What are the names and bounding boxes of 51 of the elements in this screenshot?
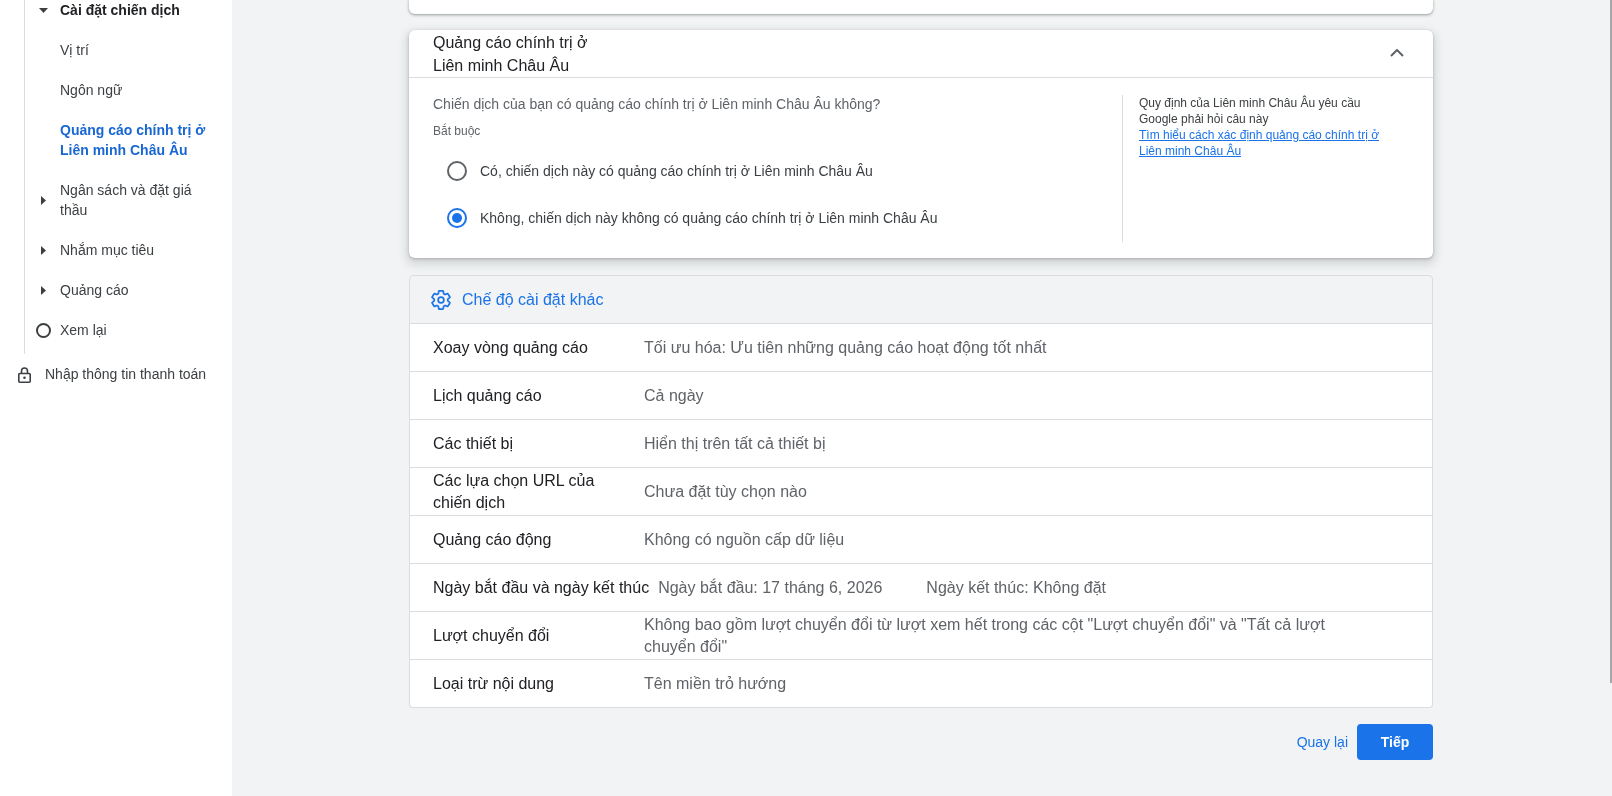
chevron-up-icon[interactable] bbox=[1390, 49, 1404, 57]
radio-option[interactable]: Có, chiến dịch này có quảng cáo chính trị ở Liên minh Châu Âu bbox=[433, 151, 877, 191]
setting-row[interactable]: Các lựa chọn URL của chiến dịch Chưa đặt tùy chọn nào bbox=[409, 468, 1433, 516]
nav-section[interactable]: Cài đặt chiến dịch bbox=[25, 0, 232, 30]
help-text: Quy định của Liên minh Châu Âu yêu cầu Google phải hỏi câu này bbox=[1139, 95, 1362, 127]
lock-icon bbox=[17, 365, 31, 383]
setting-value: Chưa đặt tùy chọn nào bbox=[644, 481, 808, 502]
help-link[interactable]: Tìm hiểu cách xác định quảng cáo chính trị ở Liên minh Châu Âu bbox=[1139, 127, 1401, 159]
scrollbar-thumb[interactable] bbox=[1610, 0, 1612, 683]
card-title: Quảng cáo chính trị ở Liên minh Châu Âu bbox=[433, 33, 589, 76]
section-header[interactable]: Chế độ cài đặt khác bbox=[409, 275, 1433, 324]
setting-label: Loại trừ nội dung bbox=[433, 673, 555, 694]
setting-row[interactable]: Loại trừ nội dung Tên miền trỏ hướng bbox=[409, 660, 1433, 708]
setting-value: Không bao gồm lượt chuyển đổi từ lượt xem hết trong các cột "Lượt chuyển đổi" và "Tất cả lượt chuyển đổi" bbox=[644, 614, 1326, 657]
settings-icon bbox=[431, 289, 451, 310]
setting-label: Ngày bắt đầu và ngày kết thúc bbox=[433, 577, 650, 598]
setting-value: Cả ngày bbox=[644, 385, 705, 406]
setting-label: Lịch quảng cáo bbox=[433, 385, 543, 406]
setting-label: Lượt chuyển đổi bbox=[433, 625, 551, 646]
setting-label: Quảng cáo động bbox=[433, 529, 553, 550]
nav-item[interactable]: Vị trí bbox=[25, 30, 232, 70]
nav-section[interactable]: Quảng cáo bbox=[25, 270, 232, 310]
nav-step[interactable]: Xem lại bbox=[25, 310, 232, 350]
radio-icon[interactable] bbox=[447, 208, 467, 228]
empty-circle-icon bbox=[35, 322, 51, 338]
nav-section[interactable]: Nhắm mục tiêu bbox=[25, 230, 232, 270]
setting-row[interactable]: Ngày bắt đầu và ngày kết thúc Ngày bắt đầu: 17 tháng 6, 2026 Ngày kết thúc: Không đặt bbox=[409, 564, 1433, 612]
back-button[interactable]: Quay lại bbox=[1292, 724, 1352, 760]
setting-value: Hiển thị trên tất cả thiết bị bbox=[644, 433, 827, 454]
end-date-text: Ngày kết thúc: Không đặt bbox=[926, 577, 1106, 598]
setting-value: Không có nguồn cấp dữ liệu bbox=[644, 529, 846, 550]
setting-label: Các lựa chọn URL của chiến dịch bbox=[433, 470, 596, 513]
setting-row[interactable]: Quảng cáo động Không có nguồn cấp dữ liệu bbox=[409, 516, 1433, 564]
nav-step[interactable]: Nhập thông tin thanh toán bbox=[0, 354, 232, 394]
setting-value: Tối ưu hóa: Ưu tiên những quảng cáo hoạt động tốt nhất bbox=[644, 337, 1048, 358]
nav-item[interactable]: Ngôn ngữ bbox=[25, 70, 232, 110]
nav-item[interactable]: Quảng cáo chính trị ở Liên minh Châu Âu bbox=[25, 110, 232, 170]
setting-row[interactable]: Lượt chuyển đổi Không bao gồm lượt chuyển đổi từ lượt xem hết trong các cột "Lượt chuyển đổi" và "Tất cả lượt chuyển đổi" bbox=[409, 612, 1433, 660]
setting-label: Xoay vòng quảng cáo bbox=[433, 337, 589, 358]
setting-value: Tên miền trỏ hướng bbox=[644, 673, 788, 694]
required-label: Bắt buộc bbox=[433, 123, 482, 139]
nav-section[interactable]: Ngân sách và đặt giá thầu bbox=[25, 170, 232, 230]
setting-row[interactable]: Xoay vòng quảng cáo Tối ưu hóa: Ưu tiên những quảng cáo hoạt động tốt nhất bbox=[409, 324, 1433, 372]
setting-label: Các thiết bị bbox=[433, 433, 515, 454]
next-button[interactable]: Tiếp bbox=[1357, 724, 1433, 760]
setting-row[interactable]: Các thiết bị Hiển thị trên tất cả thiết bị bbox=[409, 420, 1433, 468]
question-text: Chiến dịch của bạn có quảng cáo chính trị ở Liên minh Châu Âu không? bbox=[433, 95, 882, 114]
start-date-text: Ngày bắt đầu: 17 tháng 6, 2026 bbox=[658, 577, 883, 598]
radio-icon[interactable] bbox=[447, 161, 467, 181]
radio-option[interactable]: Không, chiến dịch này không có quảng cáo chính trị ở Liên minh Châu Âu bbox=[433, 198, 942, 238]
setting-row[interactable]: Lịch quảng cáo Cả ngày bbox=[409, 372, 1433, 420]
